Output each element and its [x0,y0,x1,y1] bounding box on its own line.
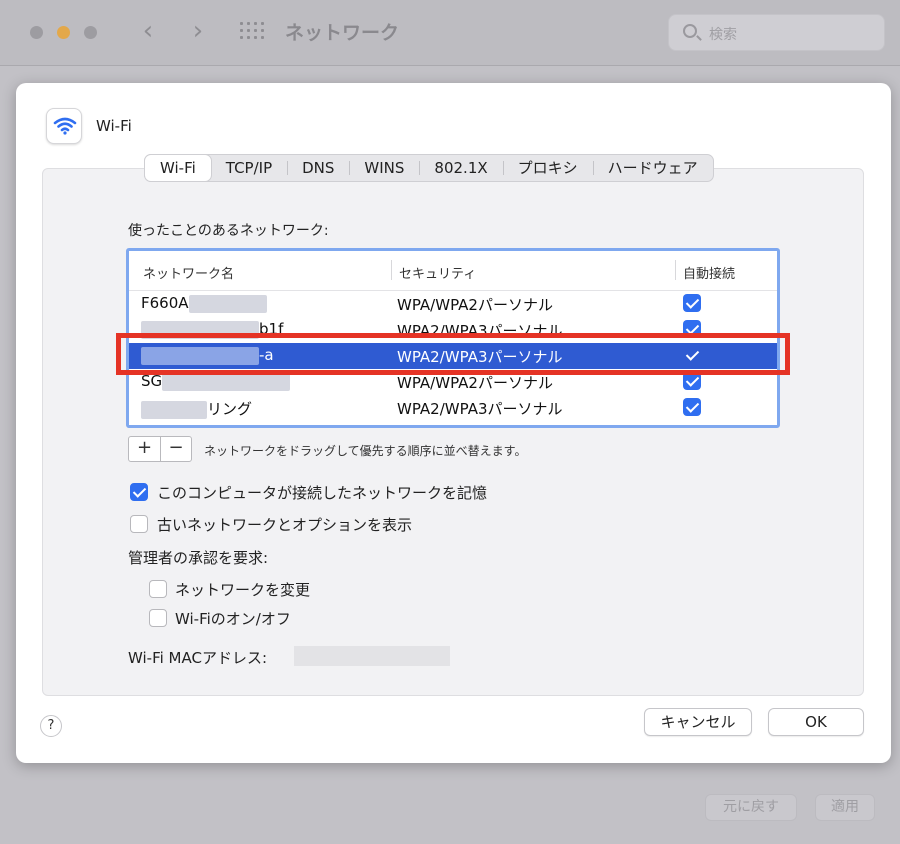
show-legacy-networks-label: 古いネットワークとオプションを表示 [157,516,413,534]
sheet-title: Wi-Fi [96,117,132,135]
tab-bar: Wi-Fi TCP/IP DNS WINS 802.1X プロキシ ハードウェア [144,154,714,182]
auto-join-checkbox[interactable] [683,398,701,416]
add-network-button[interactable]: + [129,437,160,461]
tab-hardware[interactable]: ハードウェア [592,155,713,181]
wifi-icon [46,108,82,144]
column-network-name[interactable]: ネットワーク名 [143,263,234,282]
list-header: ネットワーク名 セキュリティ 自動接続 [129,251,777,291]
ok-button[interactable]: OK [768,708,864,736]
tab-tcpip[interactable]: TCP/IP [211,155,287,181]
auto-join-checkbox[interactable] [683,294,701,312]
wifi-settings-sheet: Wi-Fi Wi-Fi TCP/IP DNS WINS 802.1X プロキシ … [16,83,891,763]
apply-button[interactable]: 適用 [815,794,875,821]
back-button[interactable]: ‹ [135,18,161,46]
zoom-window-button[interactable] [84,26,97,39]
change-network-checkbox[interactable] [149,580,167,598]
change-network-label: ネットワークを変更 [175,581,311,599]
used-networks-label: 使ったことのあるネットワーク: [128,223,329,239]
network-security: WPA/WPA2パーソナル [397,296,553,314]
network-row[interactable]: リング WPA2/WPA3パーソナル [129,395,777,421]
cancel-button[interactable]: キャンセル [644,708,752,736]
remember-networks-label: このコンピュータが接続したネットワークを記憶 [157,484,488,502]
revert-button[interactable]: 元に戻す [705,794,797,821]
show-all-grid-icon[interactable] [240,22,264,42]
network-name: リング [141,398,252,419]
tab-proxy[interactable]: プロキシ [502,155,593,181]
minimize-window-button[interactable] [57,26,70,39]
network-row[interactable]: F660A WPA/WPA2パーソナル [129,291,777,317]
search-field[interactable]: 検索 [668,14,885,51]
help-button[interactable]: ? [40,715,62,737]
close-window-button[interactable] [30,26,43,39]
wifi-toggle-label: Wi-Fiのオン/オフ [175,610,291,628]
column-auto-join[interactable]: 自動接続 [683,263,735,282]
mac-address-label: Wi-Fi MACアドレス: [128,649,268,667]
forward-button[interactable]: › [185,18,211,46]
window-title: ネットワーク [285,22,400,44]
title-bar: ‹ › ネットワーク 検索 [0,0,900,66]
tab-wifi[interactable]: Wi-Fi [145,155,211,181]
add-remove-control: + − [128,436,192,462]
network-name: F660A [141,294,267,313]
network-security: WPA2/WPA3パーソナル [397,400,563,418]
mac-address-value [294,646,450,666]
search-icon [683,24,697,38]
remember-networks-checkbox[interactable] [130,483,148,501]
drag-hint-text: ネットワークをドラッグして優先する順序に並べ替えます。 [204,444,527,458]
search-placeholder: 検索 [709,27,737,43]
column-security[interactable]: セキュリティ [399,263,476,282]
network-security: WPA/WPA2パーソナル [397,374,553,392]
tab-wins[interactable]: WINS [349,155,419,181]
tab-8021x[interactable]: 802.1X [419,155,502,181]
tab-dns[interactable]: DNS [287,155,349,181]
wifi-toggle-checkbox[interactable] [149,609,167,627]
highlight-annotation-box [116,333,790,375]
remove-network-button[interactable]: − [160,437,191,461]
require-admin-label: 管理者の承認を要求: [128,549,269,567]
show-legacy-networks-checkbox[interactable] [130,515,148,533]
